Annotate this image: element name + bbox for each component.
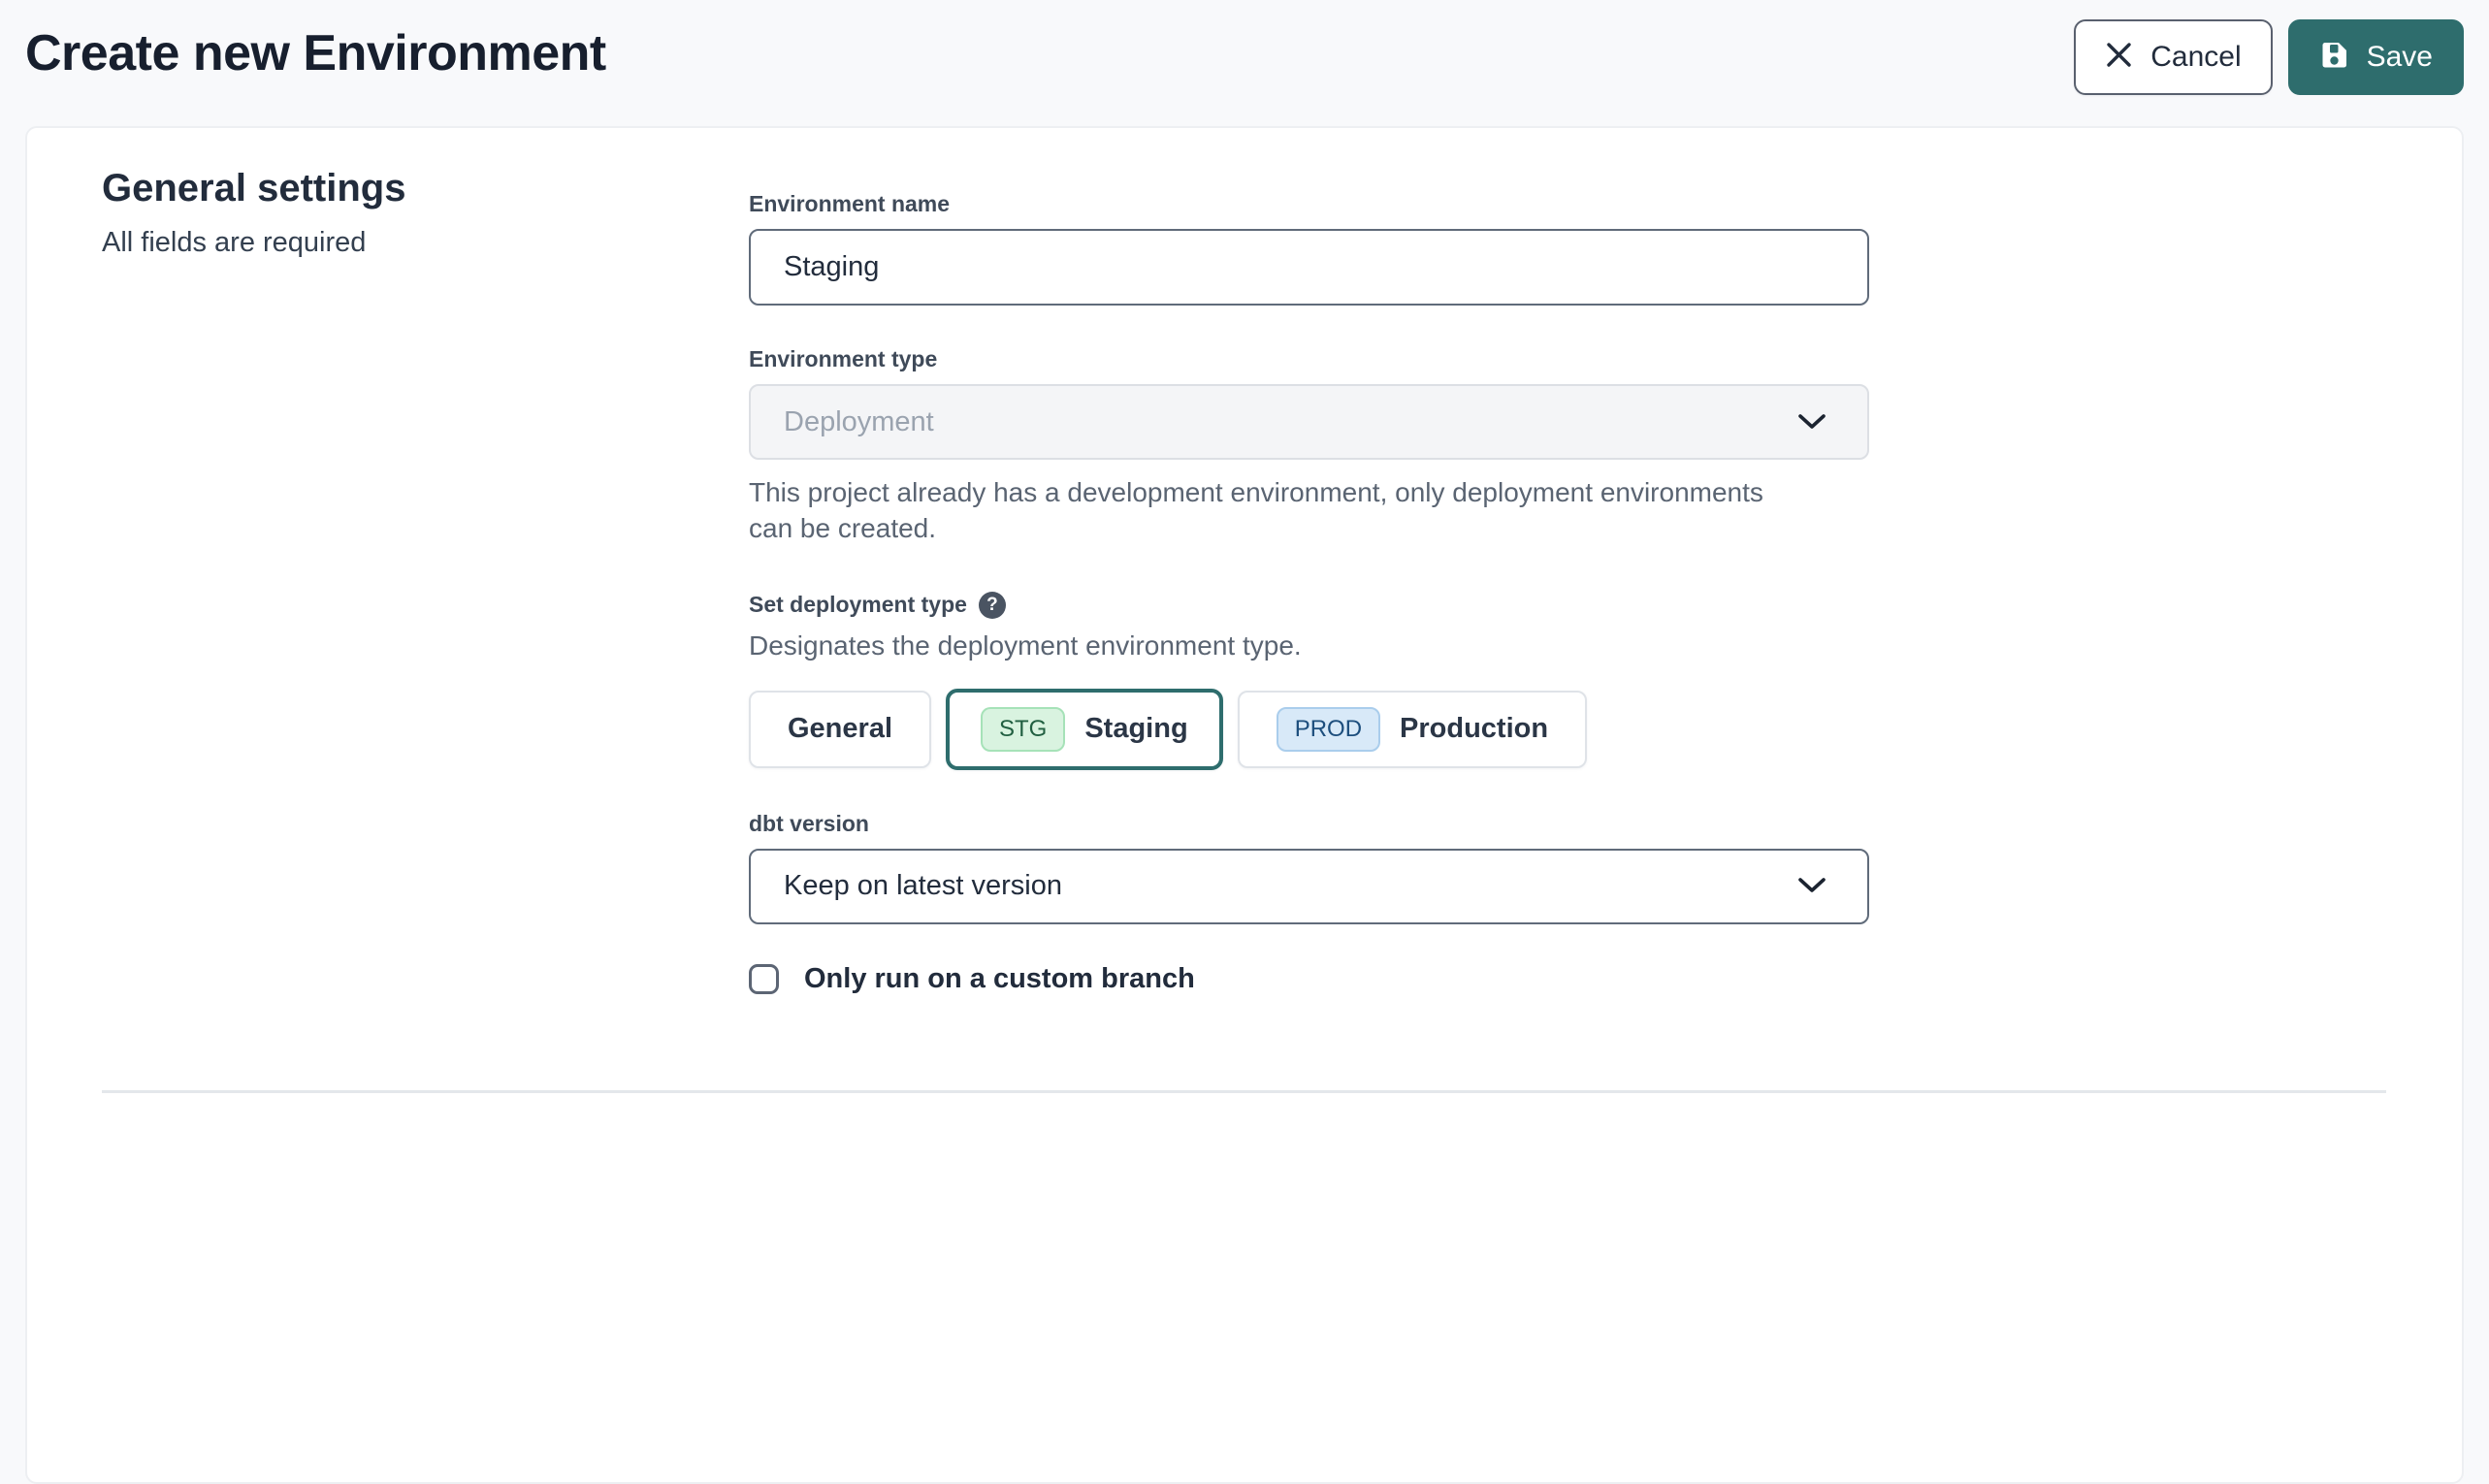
custom-branch-checkbox[interactable] [749, 964, 779, 994]
section-title: General settings [102, 165, 749, 211]
cancel-button-label: Cancel [2150, 43, 2241, 72]
deployment-type-general-button[interactable]: General [749, 691, 931, 768]
close-icon [2105, 41, 2133, 75]
settings-card: General settings All fields are required… [25, 126, 2464, 1484]
section-divider [102, 1090, 2386, 1093]
section-subtitle: All fields are required [102, 227, 749, 259]
deployment-type-label: Set deployment type ? [749, 592, 1869, 619]
environment-name-field: Environment name [749, 191, 1869, 306]
environment-type-field: Environment type Deployment This project… [749, 346, 1869, 547]
save-button[interactable]: Save [2288, 19, 2464, 95]
deployment-type-production-label: Production [1400, 713, 1548, 745]
settings-form: Environment name Environment type Deploy… [749, 165, 1869, 995]
stg-badge: STG [981, 707, 1065, 753]
environment-type-value: Deployment [784, 406, 934, 438]
dbt-version-select[interactable]: Keep on latest version [749, 849, 1869, 924]
page-header: Create new Environment Cancel Save [0, 0, 2489, 126]
prod-badge: PROD [1277, 707, 1380, 753]
cancel-button[interactable]: Cancel [2074, 19, 2272, 95]
chevron-down-icon [1797, 870, 1826, 902]
deployment-type-production-button[interactable]: PROD Production [1238, 691, 1587, 768]
header-actions: Cancel Save [2074, 19, 2464, 95]
save-icon [2319, 40, 2349, 76]
custom-branch-field: Only run on a custom branch [749, 963, 1869, 995]
chevron-down-icon [1797, 406, 1826, 438]
card-columns: General settings All fields are required… [102, 165, 2386, 995]
dbt-version-label: dbt version [749, 811, 1869, 837]
help-icon[interactable]: ? [979, 592, 1006, 619]
dbt-version-value: Keep on latest version [784, 870, 1062, 902]
deployment-type-description: Designates the deployment environment ty… [749, 630, 1869, 661]
section-intro: General settings All fields are required [102, 165, 749, 995]
environment-name-label: Environment name [749, 191, 1869, 217]
deployment-type-field: Set deployment type ? Designates the dep… [749, 592, 1869, 770]
environment-type-select[interactable]: Deployment [749, 384, 1869, 460]
environment-name-input[interactable] [749, 229, 1869, 306]
deployment-type-label-text: Set deployment type [749, 592, 967, 618]
custom-branch-label[interactable]: Only run on a custom branch [804, 963, 1195, 995]
environment-type-helper: This project already has a development e… [749, 475, 1811, 547]
dbt-version-field: dbt version Keep on latest version [749, 811, 1869, 924]
save-button-label: Save [2367, 43, 2433, 72]
deployment-type-general-label: General [788, 713, 892, 745]
deployment-type-staging-button[interactable]: STG Staging [946, 689, 1223, 770]
deployment-type-staging-label: Staging [1084, 713, 1187, 745]
environment-type-label: Environment type [749, 346, 1869, 372]
page-title: Create new Environment [25, 25, 606, 83]
deployment-type-options: General STG Staging PROD Production [749, 689, 1869, 770]
